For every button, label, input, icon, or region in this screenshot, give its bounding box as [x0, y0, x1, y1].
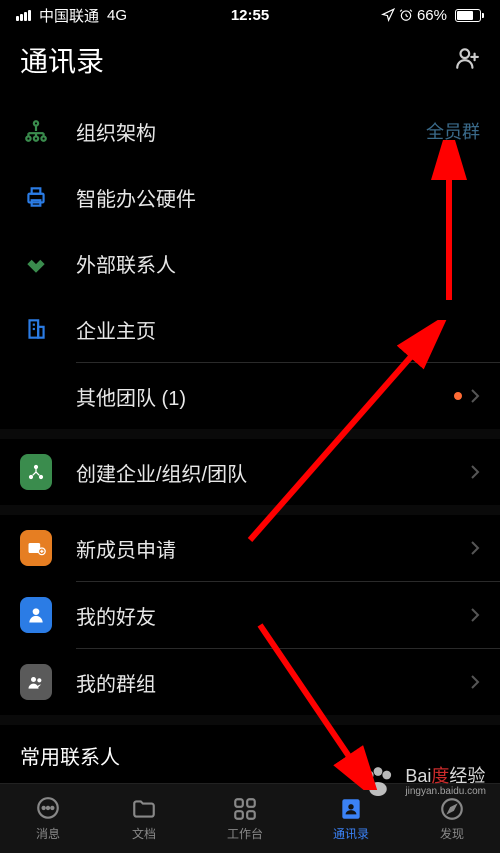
menu-label: 智能办公硬件	[76, 183, 480, 212]
chevron-right-icon	[470, 674, 480, 690]
watermark-url: jingyan.baidu.com	[405, 786, 486, 797]
battery-percent: 66%	[417, 7, 447, 24]
menu-my-friends[interactable]: 我的好友	[0, 582, 500, 648]
org-icon	[23, 118, 49, 144]
menu-new-member-apply[interactable]: 新成员申请	[0, 515, 500, 581]
status-bar: 中国联通 4G 12:55 66%	[0, 0, 500, 30]
carrier-label: 中国联通	[39, 5, 99, 26]
printer-icon	[23, 184, 49, 210]
chevron-right-icon	[470, 388, 480, 404]
folder-icon	[131, 796, 157, 822]
tab-label: 通讯录	[333, 825, 369, 842]
network-label: 4G	[107, 7, 127, 24]
section-divider	[0, 429, 500, 439]
chevron-right-icon	[470, 464, 480, 480]
menu-label: 外部联系人	[76, 249, 480, 278]
tab-docs[interactable]: 文档	[131, 796, 157, 842]
watermark-brand-left: Bai	[405, 766, 431, 786]
full-group-link[interactable]: 全员群	[426, 118, 480, 144]
menu-label: 组织架构	[76, 117, 426, 146]
menu-label: 我的群组	[76, 668, 470, 697]
menu-label: 创建企业/组织/团队	[76, 458, 470, 487]
grid-icon	[232, 796, 258, 822]
status-right: 66%	[381, 7, 484, 24]
section-divider	[0, 505, 500, 515]
tab-label: 消息	[36, 825, 60, 842]
menu-org-structure[interactable]: 组织架构 全员群	[0, 98, 500, 164]
menu-label: 其他团队 (1)	[76, 382, 454, 411]
menu-create-org[interactable]: 创建企业/组织/团队	[0, 439, 500, 505]
header: 通讯录	[0, 30, 500, 98]
add-contact-button[interactable]	[454, 45, 480, 76]
notification-dot	[454, 392, 462, 400]
section-divider	[0, 715, 500, 725]
menu-label: 企业主页	[76, 315, 480, 344]
chevron-right-icon	[470, 540, 480, 556]
menu-label: 新成员申请	[76, 534, 470, 563]
tab-messages[interactable]: 消息	[35, 796, 61, 842]
person-icon	[26, 605, 46, 625]
status-time: 12:55	[231, 7, 269, 24]
watermark-brand-right: 经验	[449, 766, 485, 786]
create-org-icon	[26, 462, 46, 482]
page-title: 通讯录	[20, 40, 104, 80]
menu-smart-hardware[interactable]: 智能办公硬件	[0, 164, 500, 230]
menu-my-groups[interactable]: 我的群组	[0, 649, 500, 715]
building-icon	[23, 316, 49, 342]
content: 组织架构 全员群 智能办公硬件 外部联系人 企业主页 其他团队 (1) 创建企业…	[0, 98, 500, 818]
status-left: 中国联通 4G	[16, 5, 127, 26]
battery-icon	[455, 9, 484, 22]
tab-label: 发现	[440, 825, 464, 842]
signal-icon	[16, 10, 31, 21]
tab-workspace[interactable]: 工作台	[227, 796, 263, 842]
card-add-icon	[26, 538, 46, 558]
menu-label: 我的好友	[76, 601, 470, 630]
menu-other-teams[interactable]: 其他团队 (1)	[0, 363, 500, 429]
paw-icon	[357, 761, 399, 803]
menu-enterprise-home[interactable]: 企业主页	[0, 296, 500, 362]
group-icon	[26, 672, 46, 692]
menu-external-contacts[interactable]: 外部联系人	[0, 230, 500, 296]
location-icon	[381, 8, 395, 22]
chevron-right-icon	[470, 607, 480, 623]
tab-label: 工作台	[227, 825, 263, 842]
tab-label: 文档	[132, 825, 156, 842]
chat-icon	[35, 796, 61, 822]
watermark: Bai度经验 jingyan.baidu.com	[357, 761, 486, 803]
alarm-icon	[399, 8, 413, 22]
handshake-icon	[23, 250, 49, 276]
